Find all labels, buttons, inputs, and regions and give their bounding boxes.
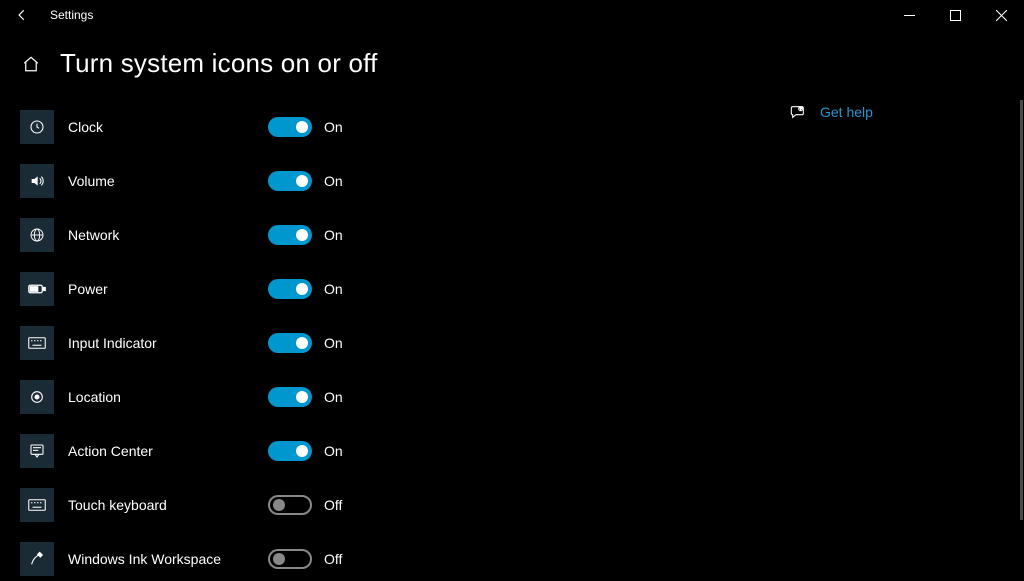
toggle-switch[interactable] bbox=[268, 225, 312, 245]
help-section: ? Get help bbox=[790, 104, 873, 120]
location-icon bbox=[20, 380, 54, 414]
setting-label: Power bbox=[68, 281, 268, 297]
page-header: Turn system icons on or off bbox=[0, 30, 1024, 97]
clock-icon bbox=[20, 110, 54, 144]
toggle-state-label: Off bbox=[324, 497, 342, 513]
pen-icon bbox=[20, 542, 54, 576]
toggle-switch[interactable] bbox=[268, 333, 312, 353]
toggle-switch[interactable] bbox=[268, 279, 312, 299]
toggle-switch[interactable] bbox=[268, 495, 312, 515]
setting-row: Location On bbox=[20, 370, 760, 424]
content-area: ClockOnVolumeOnNetworkOnPowerOnInput Ind… bbox=[20, 100, 1014, 581]
toggle-switch[interactable] bbox=[268, 549, 312, 569]
setting-row: Power On bbox=[20, 262, 760, 316]
setting-row: Input Indicator On bbox=[20, 316, 760, 370]
setting-label: Action Center bbox=[68, 443, 268, 459]
volume-icon bbox=[20, 164, 54, 198]
page-title: Turn system icons on or off bbox=[60, 48, 378, 79]
setting-label: Volume bbox=[68, 173, 268, 189]
toggle-state-label: On bbox=[324, 173, 343, 189]
svg-text:?: ? bbox=[800, 107, 802, 111]
scrollbar[interactable] bbox=[1020, 100, 1023, 520]
toggle-state-label: On bbox=[324, 119, 343, 135]
toggle-state-label: On bbox=[324, 227, 343, 243]
back-button[interactable] bbox=[6, 0, 38, 30]
titlebar: Settings bbox=[0, 0, 1024, 30]
power-icon bbox=[20, 272, 54, 306]
app-title: Settings bbox=[50, 8, 93, 22]
setting-label: Clock bbox=[68, 119, 268, 135]
toggle-switch[interactable] bbox=[268, 117, 312, 137]
setting-row: Network On bbox=[20, 208, 760, 262]
minimize-button[interactable] bbox=[886, 0, 932, 30]
window-controls bbox=[886, 0, 1024, 30]
toggle-state-label: Off bbox=[324, 551, 342, 567]
keyboard-icon bbox=[20, 326, 54, 360]
setting-label: Touch keyboard bbox=[68, 497, 268, 513]
help-icon: ? bbox=[790, 104, 806, 120]
setting-label: Location bbox=[68, 389, 268, 405]
action-center-icon bbox=[20, 434, 54, 468]
maximize-button[interactable] bbox=[932, 0, 978, 30]
toggle-switch[interactable] bbox=[268, 171, 312, 191]
setting-row: Volume On bbox=[20, 154, 760, 208]
setting-row: Windows Ink Workspace Off bbox=[20, 532, 760, 581]
setting-label: Input Indicator bbox=[68, 335, 268, 351]
close-button[interactable] bbox=[978, 0, 1024, 30]
setting-row: Action Center On bbox=[20, 424, 760, 478]
network-icon bbox=[20, 218, 54, 252]
setting-row: Touch keyboard Off bbox=[20, 478, 760, 532]
keyboard-icon bbox=[20, 488, 54, 522]
setting-row: Clock On bbox=[20, 100, 760, 154]
toggle-state-label: On bbox=[324, 281, 343, 297]
toggle-state-label: On bbox=[324, 443, 343, 459]
setting-label: Network bbox=[68, 227, 268, 243]
toggle-switch[interactable] bbox=[268, 441, 312, 461]
get-help-link[interactable]: Get help bbox=[820, 104, 873, 120]
setting-label: Windows Ink Workspace bbox=[68, 551, 268, 567]
toggle-state-label: On bbox=[324, 389, 343, 405]
toggle-switch[interactable] bbox=[268, 387, 312, 407]
toggle-state-label: On bbox=[324, 335, 343, 351]
home-icon[interactable] bbox=[20, 55, 42, 73]
